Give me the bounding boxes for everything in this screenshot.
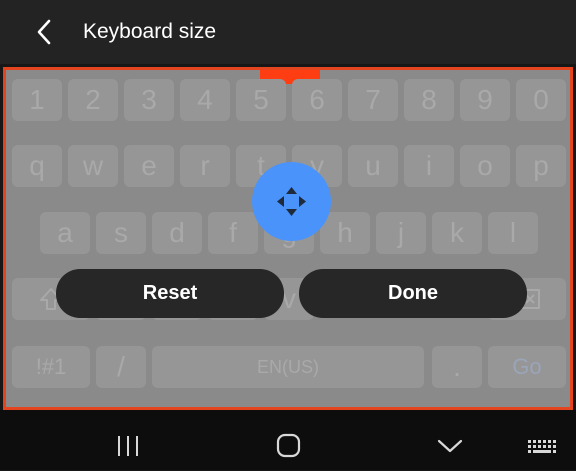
go-key[interactable]: Go bbox=[488, 346, 566, 388]
reset-button[interactable]: Reset bbox=[56, 269, 284, 318]
key-k[interactable]: k bbox=[432, 212, 482, 254]
navigation-back-button[interactable] bbox=[430, 426, 470, 466]
space-key[interactable]: EN(US) bbox=[152, 346, 424, 388]
key-l[interactable]: l bbox=[488, 212, 538, 254]
done-button[interactable]: Done bbox=[299, 269, 527, 318]
key-q[interactable]: q bbox=[12, 145, 62, 187]
key-7[interactable]: 7 bbox=[348, 79, 398, 121]
key-e[interactable]: e bbox=[124, 145, 174, 187]
key-a[interactable]: a bbox=[40, 212, 90, 254]
keyboard-icon bbox=[528, 440, 556, 453]
key-6[interactable]: 6 bbox=[292, 79, 342, 121]
keyboard-resize-frame[interactable]: 1 2 3 4 5 6 7 8 9 0 q w e r t y u i o p … bbox=[3, 67, 573, 410]
key-o[interactable]: o bbox=[460, 145, 510, 187]
home-icon bbox=[276, 433, 301, 458]
key-0[interactable]: 0 bbox=[516, 79, 566, 121]
key-s[interactable]: s bbox=[96, 212, 146, 254]
page-title: Keyboard size bbox=[83, 20, 217, 43]
key-1[interactable]: 1 bbox=[12, 79, 62, 121]
key-8[interactable]: 8 bbox=[404, 79, 454, 121]
keyboard-switch-button[interactable] bbox=[522, 426, 562, 466]
key-2[interactable]: 2 bbox=[68, 79, 118, 121]
key-r[interactable]: r bbox=[180, 145, 230, 187]
key-3[interactable]: 3 bbox=[124, 79, 174, 121]
system-navigation-bar bbox=[0, 410, 576, 470]
key-u[interactable]: u bbox=[348, 145, 398, 187]
key-9[interactable]: 9 bbox=[460, 79, 510, 121]
app-header: Keyboard size bbox=[0, 0, 576, 64]
home-button[interactable] bbox=[268, 426, 308, 466]
recent-apps-button[interactable] bbox=[108, 426, 148, 466]
key-i[interactable]: i bbox=[404, 145, 454, 187]
period-key[interactable]: . bbox=[432, 346, 482, 388]
key-d[interactable]: d bbox=[152, 212, 202, 254]
key-p[interactable]: p bbox=[516, 145, 566, 187]
recent-apps-icon bbox=[118, 436, 138, 456]
back-button[interactable] bbox=[24, 12, 64, 52]
key-5[interactable]: 5 bbox=[236, 79, 286, 121]
key-4[interactable]: 4 bbox=[180, 79, 230, 121]
key-j[interactable]: j bbox=[376, 212, 426, 254]
back-arrow-icon bbox=[37, 19, 51, 45]
key-w[interactable]: w bbox=[68, 145, 118, 187]
back-chevron-icon bbox=[437, 439, 463, 453]
move-keyboard-handle[interactable] bbox=[252, 162, 331, 241]
move-arrows-icon bbox=[277, 187, 306, 216]
slash-key[interactable]: / bbox=[96, 346, 146, 388]
key-f[interactable]: f bbox=[208, 212, 258, 254]
symbols-key[interactable]: !#1 bbox=[12, 346, 90, 388]
